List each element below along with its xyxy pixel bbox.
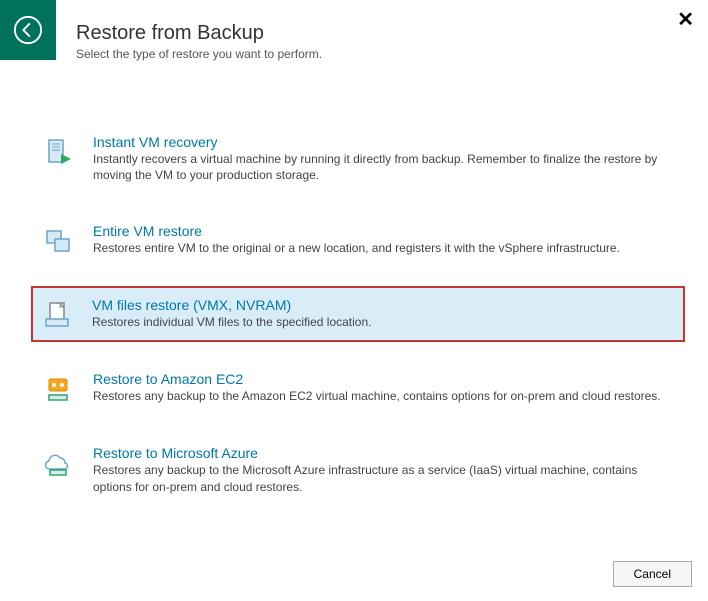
option-entire-vm[interactable]: Entire VM restore Restores entire VM to … xyxy=(32,212,684,268)
back-button[interactable] xyxy=(0,0,56,60)
page-title: Restore from Backup xyxy=(76,22,692,45)
wizard-header: Restore from Backup Select the type of r… xyxy=(0,0,708,73)
arrow-left-icon xyxy=(13,15,43,45)
option-description: Restores any backup to the Amazon EC2 vi… xyxy=(93,388,675,404)
option-title: Instant VM recovery xyxy=(93,134,675,150)
restore-options-list: Instant VM recovery Instantly recovers a… xyxy=(0,73,708,506)
option-description: Restores individual VM files to the spec… xyxy=(92,314,676,330)
vm-boxes-icon xyxy=(41,223,77,257)
option-description: Instantly recovers a virtual machine by … xyxy=(93,151,675,183)
option-azure[interactable]: Restore to Microsoft Azure Restores any … xyxy=(32,434,684,505)
cancel-button[interactable]: Cancel xyxy=(613,561,692,587)
file-restore-icon xyxy=(40,297,76,331)
aws-icon xyxy=(41,371,77,405)
option-title: Restore to Microsoft Azure xyxy=(93,445,675,461)
option-title: Restore to Amazon EC2 xyxy=(93,371,675,387)
option-instant-recovery[interactable]: Instant VM recovery Instantly recovers a… xyxy=(32,123,684,194)
option-title: Entire VM restore xyxy=(93,223,675,239)
server-play-icon xyxy=(41,134,77,183)
option-amazon-ec2[interactable]: Restore to Amazon EC2 Restores any backu… xyxy=(32,360,684,416)
close-button[interactable]: ✕ xyxy=(677,10,694,30)
option-title: VM files restore (VMX, NVRAM) xyxy=(92,297,676,313)
page-subtitle: Select the type of restore you want to p… xyxy=(76,47,692,61)
footer: Cancel xyxy=(613,561,692,587)
option-description: Restores entire VM to the original or a … xyxy=(93,240,675,256)
option-description: Restores any backup to the Microsoft Azu… xyxy=(93,462,675,494)
option-vm-files[interactable]: VM files restore (VMX, NVRAM) Restores i… xyxy=(31,286,685,342)
cloud-azure-icon xyxy=(41,445,77,494)
